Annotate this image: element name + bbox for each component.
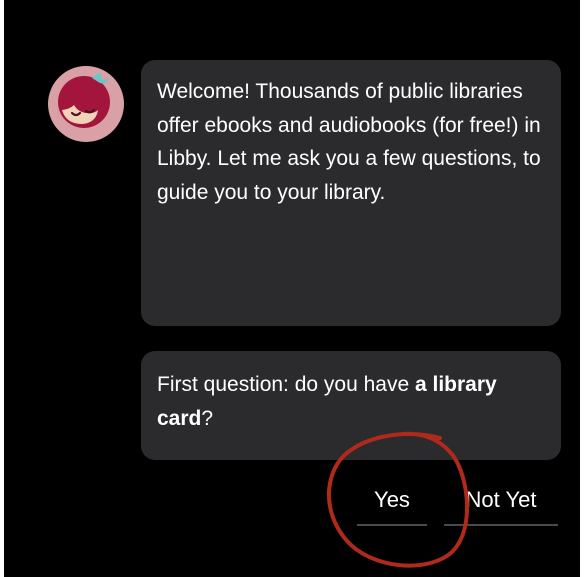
not-yet-button[interactable]: Not Yet bbox=[444, 476, 558, 526]
welcome-message-bubble: Welcome! Thousands of public libraries o… bbox=[141, 60, 561, 326]
libby-avatar-icon bbox=[48, 66, 124, 142]
question-message-text: First question: do you have a library ca… bbox=[157, 368, 545, 435]
chat-screen: Welcome! Thousands of public libraries o… bbox=[4, 0, 580, 577]
welcome-message-text: Welcome! Thousands of public libraries o… bbox=[157, 80, 541, 204]
question-suffix: ? bbox=[201, 406, 214, 430]
question-message-bubble: First question: do you have a library ca… bbox=[141, 351, 561, 460]
question-prefix: First question: do you have bbox=[157, 373, 415, 396]
yes-button[interactable]: Yes bbox=[357, 476, 427, 526]
